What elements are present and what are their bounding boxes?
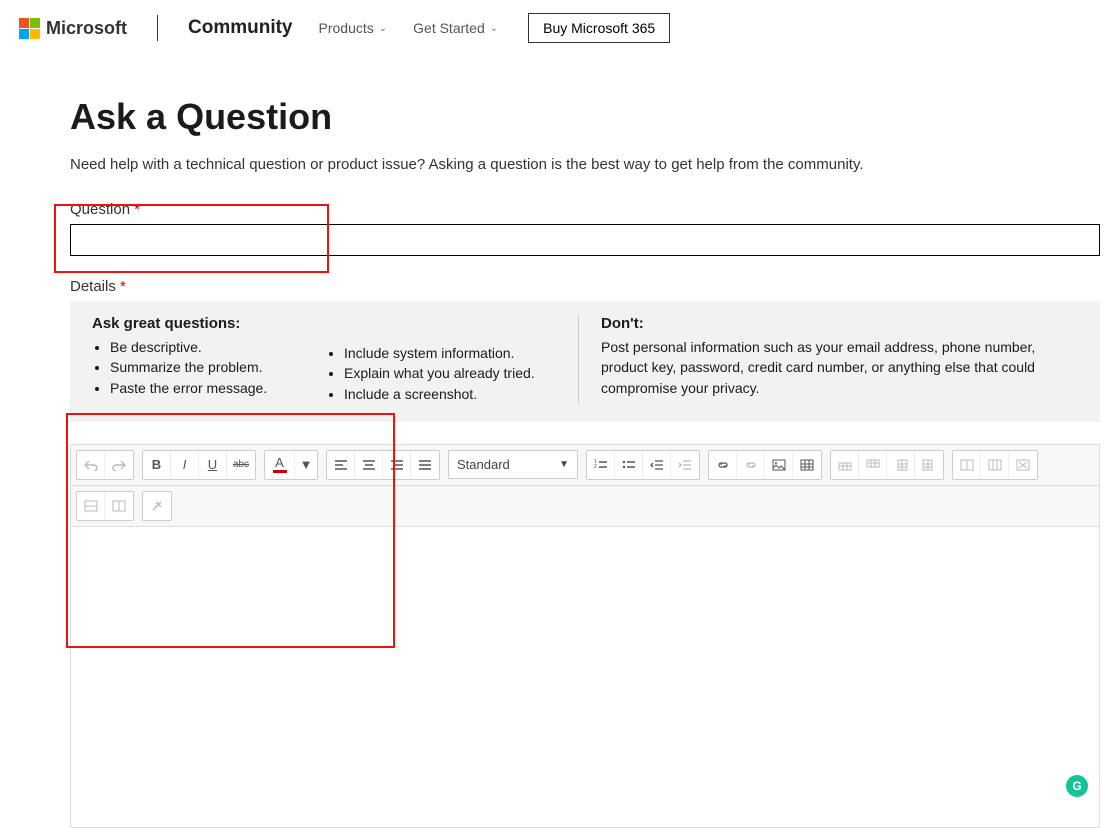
align-justify-button[interactable] xyxy=(411,451,439,479)
header-divider xyxy=(157,15,158,41)
remove-format-button[interactable] xyxy=(143,492,171,520)
tip-item: Include a screenshot. xyxy=(344,384,578,404)
table-button[interactable] xyxy=(793,451,821,479)
editor-toolbar: B I U abc A ▼ Standard ▼ 12 xyxy=(71,445,1099,486)
nav-get-started[interactable]: Get Started ⌄ xyxy=(413,20,498,36)
indent-button[interactable] xyxy=(671,451,699,479)
site-header: Microsoft Community Products ⌄ Get Start… xyxy=(0,0,1106,56)
format-select-value: Standard xyxy=(457,457,510,472)
link-button[interactable] xyxy=(709,451,737,479)
rich-text-editor: B I U abc A ▼ Standard ▼ 12 xyxy=(70,444,1100,828)
italic-button[interactable]: I xyxy=(171,451,199,479)
details-label: Details * xyxy=(70,278,1100,295)
tip-item: Summarize the problem. xyxy=(110,357,326,377)
split-cell-button[interactable] xyxy=(981,451,1009,479)
tips-dont-text: Post personal information such as your e… xyxy=(601,337,1078,398)
outdent-button[interactable] xyxy=(643,451,671,479)
font-color-button[interactable]: A xyxy=(265,451,295,479)
chevron-down-icon: ⌄ xyxy=(490,23,498,34)
editor-toolbar-row2 xyxy=(71,486,1099,527)
nav-products-label: Products xyxy=(319,20,374,36)
main-content: Ask a Question Need help with a technica… xyxy=(0,56,1100,828)
tip-item: Include system information. xyxy=(344,343,578,363)
tips-dont-title: Don't: xyxy=(601,315,644,332)
tips-panel: Ask great questions: Be descriptive. Sum… xyxy=(70,301,1100,422)
undo-button[interactable] xyxy=(77,451,105,479)
bold-button[interactable]: B xyxy=(143,451,171,479)
image-button[interactable] xyxy=(765,451,793,479)
nav-getstarted-label: Get Started xyxy=(413,20,485,36)
grammarly-badge-icon[interactable]: G xyxy=(1066,775,1088,797)
tip-item: Paste the error message. xyxy=(110,378,326,398)
page-subhead: Need help with a technical question or p… xyxy=(70,156,1100,173)
table-row-before-button[interactable] xyxy=(831,451,859,479)
required-asterisk: * xyxy=(120,278,126,295)
tip-item: Explain what you already tried. xyxy=(344,363,578,383)
question-input[interactable] xyxy=(70,224,1100,256)
page-title: Ask a Question xyxy=(70,96,1100,138)
question-label-text: Question xyxy=(70,201,130,218)
align-left-button[interactable] xyxy=(327,451,355,479)
align-right-button[interactable] xyxy=(383,451,411,479)
tips-do-title: Ask great questions: xyxy=(92,315,240,332)
svg-text:2: 2 xyxy=(594,464,597,470)
nav-products[interactable]: Products ⌄ xyxy=(319,20,388,36)
table-col-after-button[interactable] xyxy=(915,451,943,479)
ordered-list-button[interactable]: 12 xyxy=(587,451,615,479)
microsoft-wordmark: Microsoft xyxy=(46,18,127,39)
strikethrough-button[interactable]: abc xyxy=(227,451,255,479)
merge-cells-button[interactable] xyxy=(953,451,981,479)
paragraph-format-select[interactable]: Standard ▼ xyxy=(448,450,578,479)
unordered-list-button[interactable] xyxy=(615,451,643,479)
required-asterisk: * xyxy=(134,201,140,218)
buy-microsoft-365-button[interactable]: Buy Microsoft 365 xyxy=(528,13,670,43)
redo-button[interactable] xyxy=(105,451,133,479)
font-color-dropdown[interactable]: ▼ xyxy=(295,451,317,479)
community-link[interactable]: Community xyxy=(188,17,293,39)
table-delete-col-button[interactable] xyxy=(105,492,133,520)
question-label: Question * xyxy=(70,201,1100,218)
microsoft-logo-icon xyxy=(18,17,40,39)
underline-button[interactable]: U xyxy=(199,451,227,479)
align-center-button[interactable] xyxy=(355,451,383,479)
table-col-before-button[interactable] xyxy=(887,451,915,479)
chevron-down-icon: ⌄ xyxy=(379,23,387,34)
tip-item: Be descriptive. xyxy=(110,337,326,357)
table-row-after-button[interactable] xyxy=(859,451,887,479)
details-label-text: Details xyxy=(70,278,116,295)
microsoft-logo-link[interactable]: Microsoft xyxy=(18,17,127,39)
delete-table-button[interactable] xyxy=(1009,451,1037,479)
table-delete-row-button[interactable] xyxy=(77,492,105,520)
dropdown-arrow-icon: ▼ xyxy=(559,459,569,470)
editor-textarea[interactable] xyxy=(71,527,1099,827)
unlink-button[interactable] xyxy=(737,451,765,479)
